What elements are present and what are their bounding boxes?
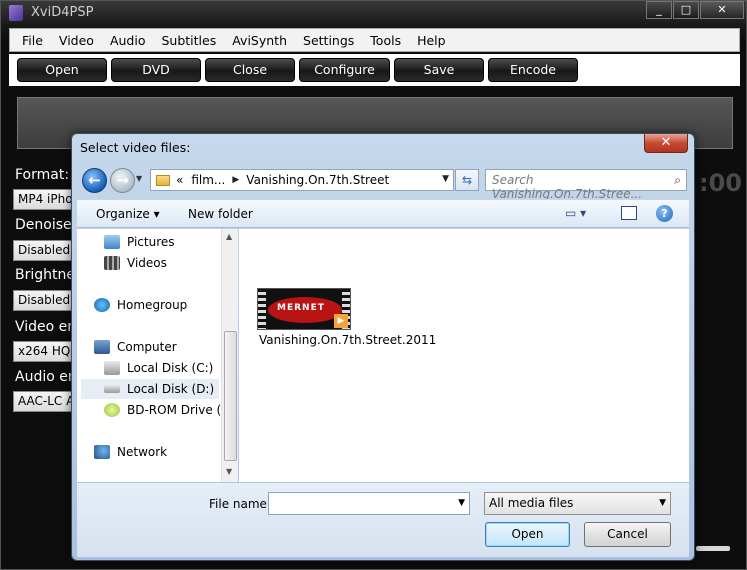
scroll-thumb[interactable] [224,331,237,461]
play-badge-icon: ▶ [334,314,348,328]
file-list: MERNET ▶ Vanishing.On.7th.Street.2011 [239,229,689,482]
address-dropdown-icon[interactable]: ▼ [442,174,449,184]
menu-subtitles[interactable]: Subtitles [153,33,224,48]
app-title: XviD4PSP [31,5,94,20]
nav-item-local-disk-c[interactable]: Local Disk (C:) [104,361,213,375]
volume-slider[interactable] [696,546,730,551]
nav-label-homegroup: Homegroup [117,298,188,312]
disk-icon [104,361,120,375]
nav-item-bd-rom[interactable]: BD-ROM Drive (F [104,403,228,417]
network-icon [94,445,110,459]
close-button[interactable]: Close [205,58,295,82]
format-label: Format: [15,167,70,183]
disk-icon [104,385,120,393]
audio-encoder-label: Audio en [15,369,77,385]
nav-item-computer[interactable]: Computer [94,340,177,354]
file-name-dropdown-icon[interactable]: ▼ [458,498,465,508]
back-arrow-icon[interactable]: ← [82,168,107,193]
nav-label-computer: Computer [117,340,177,354]
computer-icon [94,340,110,354]
nav-label-pictures: Pictures [127,235,175,249]
settings-panel: Format: MP4 iPhone Denoise/ Disabled Bri… [1,159,83,429]
scroll-up-icon[interactable]: ▲ [226,232,232,241]
encode-button[interactable]: Encode [488,58,578,82]
scroll-down-icon[interactable]: ▼ [226,467,232,476]
breadcrumb-films[interactable]: film... [191,173,225,187]
file-type-select[interactable]: All media files ▼ [484,492,671,515]
address-prefix: « [176,173,184,187]
nav-label-local-c: Local Disk (C:) [127,361,214,375]
views-icon[interactable]: ▭ ▾ [565,206,586,220]
menu-settings[interactable]: Settings [295,33,362,48]
app-toolbar: Open DVD Close Configure Save Encode [9,54,740,86]
nav-item-pictures[interactable]: Pictures [104,235,175,249]
menu-tools[interactable]: Tools [362,33,409,48]
open-file-button[interactable]: Open [485,522,570,547]
video-encoder-label: Video en [15,319,77,335]
dialog-close-button[interactable]: ✕ [644,134,688,153]
thumbnail-text: MERNET [277,303,325,313]
address-bar[interactable]: « film... ▶ Vanishing.On.7th.Street ▼ [150,169,454,191]
open-button[interactable]: Open [17,58,107,82]
menu-avisynth[interactable]: AviSynth [224,33,295,48]
new-folder-button[interactable]: New folder [188,207,253,221]
nav-label-local-d: Local Disk (D:) [127,382,215,396]
file-type-dropdown-icon: ▼ [659,498,666,508]
pictures-icon [104,235,120,249]
cancel-button[interactable]: Cancel [584,522,671,547]
help-icon[interactable]: ? [656,205,673,222]
configure-button[interactable]: Configure [299,58,390,82]
forward-arrow-icon[interactable]: → [110,168,135,193]
minimize-button[interactable]: _ [646,1,672,19]
nav-item-videos[interactable]: Videos [104,256,167,270]
dialog-title: Select video files: [80,140,191,155]
app-titlebar: XviD4PSP _ □ ✕ [1,1,746,27]
file-type-value: All media files [489,496,574,510]
nav-label-videos: Videos [127,256,167,270]
bd-rom-icon [104,403,120,417]
menu-audio[interactable]: Audio [102,33,154,48]
nav-label-network: Network [117,445,168,459]
video-thumbnail[interactable]: MERNET ▶ [257,288,351,330]
film-strip-left [258,289,266,329]
file-name-label[interactable]: Vanishing.On.7th.Street.2011 [259,333,436,347]
close-window-button[interactable]: ✕ [700,1,744,19]
search-input[interactable]: Search Vanishing.On.7th.Stree... ⌕ [485,169,687,201]
recent-pages-chevron-icon[interactable]: ▼ [136,174,146,186]
file-name-input[interactable]: ▼ [268,492,470,515]
search-icon: ⌕ [674,173,681,187]
navigation-pane: Pictures Videos Homegroup Computer Local… [77,229,238,482]
select-video-dialog: Select video files: ✕ ← → ▼ « film... ▶ … [71,133,695,561]
maximize-button[interactable]: □ [673,1,699,19]
preview-pane-icon[interactable] [621,206,637,220]
organize-button[interactable]: Organize ▾ [96,207,160,221]
dvd-button[interactable]: DVD [111,58,201,82]
nav-item-local-disk-d[interactable]: Local Disk (D:) [81,379,219,399]
menu-video[interactable]: Video [51,33,102,48]
refresh-icon[interactable]: ⇆ [455,169,479,191]
time-display: :00 [699,169,742,197]
breadcrumb-arrow-icon[interactable]: ▶ [232,175,239,185]
nav-item-homegroup[interactable]: Homegroup [94,298,187,312]
breadcrumb-current-folder[interactable]: Vanishing.On.7th.Street [246,173,389,187]
dialog-footer: File name: ▼ All media files ▼ Open Canc… [77,483,689,557]
nav-label-bd-rom: BD-ROM Drive (F [127,403,229,417]
window-controls: _ □ ✕ [645,1,744,19]
search-placeholder: Search Vanishing.On.7th.Stree... [492,173,643,201]
app-logo-icon [9,5,23,21]
folder-icon [156,174,170,186]
videos-icon [104,256,120,270]
file-name-caption: File name: [209,497,271,511]
app-menubar: File Video Audio Subtitles AviSynth Sett… [9,28,740,52]
save-button[interactable]: Save [394,58,484,82]
homegroup-icon [94,298,110,312]
nav-item-network[interactable]: Network [94,445,167,459]
menu-help[interactable]: Help [409,33,454,48]
denoise-label: Denoise/ [15,217,77,233]
command-bar: Organize ▾ New folder ▭ ▾ ? [77,199,689,228]
menu-file[interactable]: File [14,33,51,48]
nav-scrollbar[interactable]: ▲ ▼ [221,229,238,482]
